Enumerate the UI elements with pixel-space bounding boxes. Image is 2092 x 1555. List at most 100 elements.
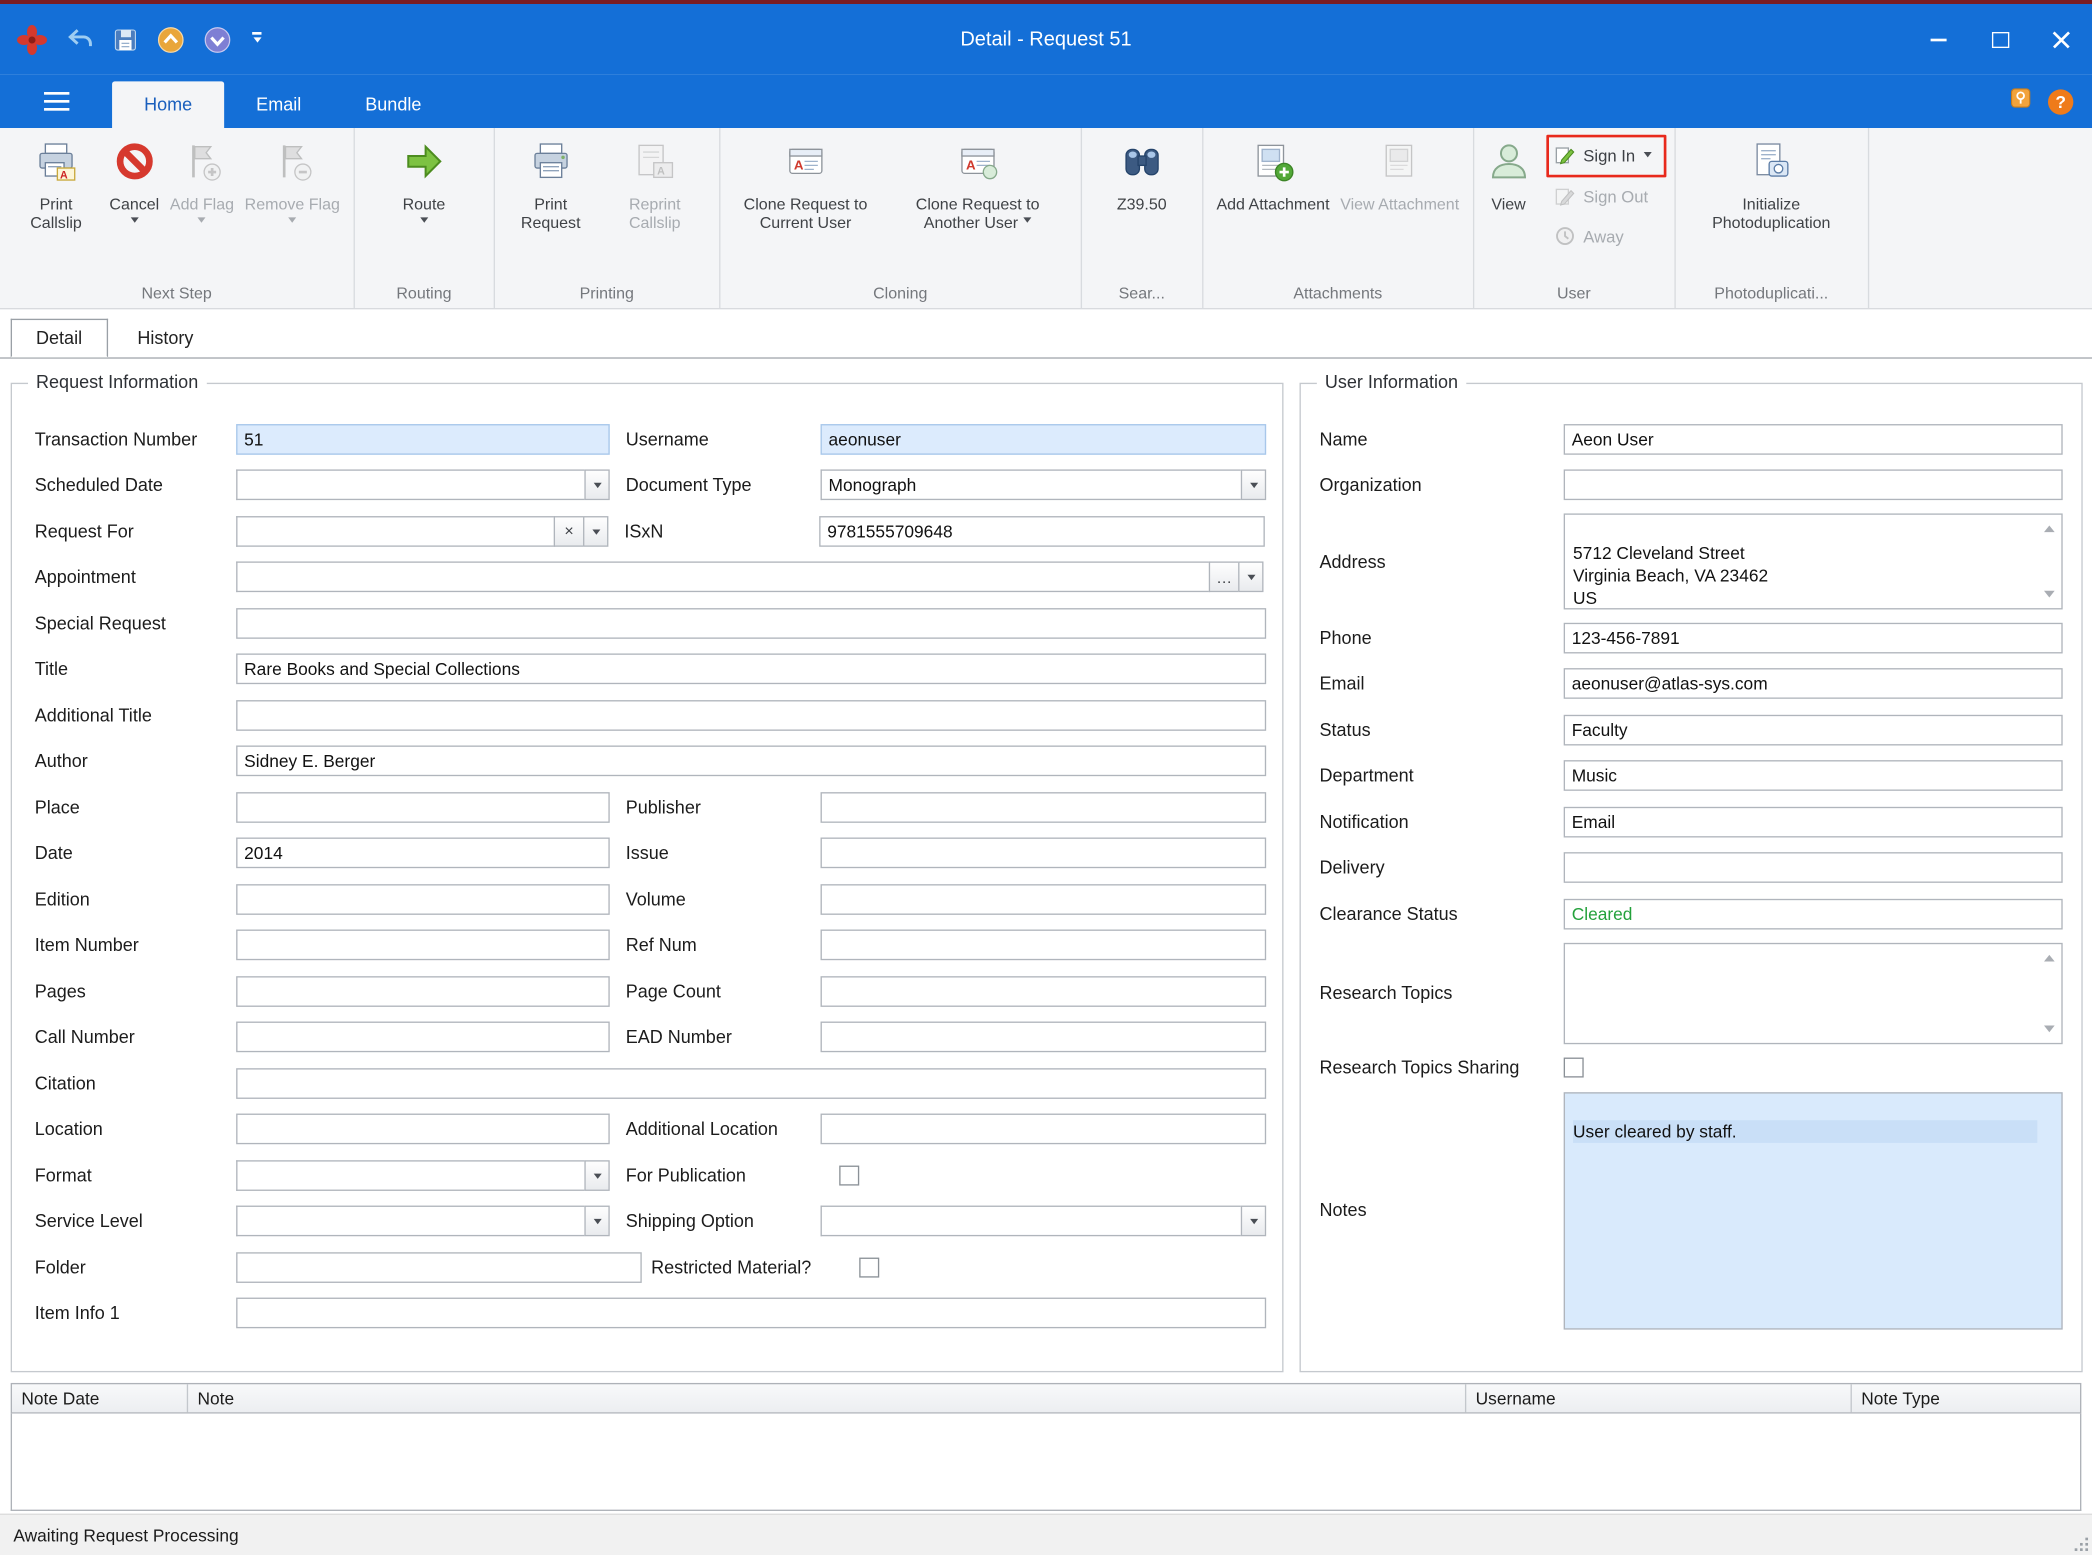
print-request-button[interactable]: Print Request [503,133,599,234]
dropdown-button[interactable] [583,516,608,547]
transaction-number-field[interactable] [236,424,610,455]
add-flag-button[interactable]: Add Flag [165,133,240,229]
application-menu-button[interactable] [0,75,112,128]
app-icon[interactable] [16,23,48,55]
department-field[interactable] [1564,760,2063,791]
organization-field[interactable] [1564,470,2063,501]
tab-bundle[interactable]: Bundle [333,81,453,128]
service-level-field[interactable] [236,1206,584,1237]
view-user-button[interactable]: View [1482,133,1535,216]
clear-button[interactable]: × [554,516,583,547]
route-button[interactable]: Route [397,133,450,229]
additional-title-field[interactable] [236,700,1266,731]
scroll-down-icon[interactable] [2044,1025,2055,1037]
ellipsis-button[interactable]: … [1209,562,1238,593]
document-type-field[interactable] [821,470,1241,501]
reprint-callslip-button[interactable]: A Reprint Callslip [599,133,711,234]
issue-field[interactable] [821,838,1267,869]
pages-field[interactable] [236,976,610,1007]
z3950-button[interactable]: Z39.50 [1111,133,1172,216]
citation-field[interactable] [236,1068,1266,1099]
initialize-photoduplication-button[interactable]: Initialize Photoduplication [1683,133,1859,234]
route-up-icon[interactable] [156,25,185,54]
column-header-username[interactable]: Username [1466,1384,1852,1412]
qat-customize-icon[interactable] [252,32,261,46]
appointment-field[interactable] [236,562,1209,593]
request-for-field[interactable] [236,516,554,547]
tab-home[interactable]: Home [112,81,224,128]
author-field[interactable] [236,746,1266,777]
route-down-icon[interactable] [203,25,232,54]
edition-field[interactable] [236,884,610,915]
remove-flag-button[interactable]: Remove Flag [239,133,345,229]
isxn-field[interactable] [819,516,1265,547]
additional-location-field[interactable] [821,1114,1267,1145]
tab-email[interactable]: Email [224,81,333,128]
place-field[interactable] [236,792,610,823]
print-callslip-button[interactable]: A Print Callslip [8,133,104,234]
notification-field[interactable] [1564,806,2063,837]
scheduled-date-field[interactable] [236,470,584,501]
special-request-field[interactable] [236,608,1266,639]
column-header-note-type[interactable]: Note Type [1852,1384,2080,1412]
column-header-note[interactable]: Note [188,1384,1466,1412]
cancel-button[interactable]: Cancel [104,133,165,229]
restricted-material-checkbox[interactable] [859,1257,879,1277]
date-field[interactable] [236,838,610,869]
resize-grip[interactable] [2072,1535,2088,1551]
dropdown-button[interactable] [1241,470,1266,501]
publisher-field[interactable] [821,792,1267,823]
user-notes-field[interactable]: User cleared by staff. [1564,1092,2063,1329]
clone-request-another-user-button[interactable]: A Clone Request to Another User [883,133,1072,234]
minimize-button[interactable] [1908,4,1969,75]
tab-detail[interactable]: Detail [11,319,108,358]
user-name-field[interactable] [1564,424,2063,455]
notes-grid-body[interactable] [11,1414,2082,1511]
dropdown-button[interactable] [1238,562,1263,593]
save-icon[interactable] [112,26,139,53]
column-header-note-date[interactable]: Note Date [12,1384,188,1412]
sign-out-button[interactable]: Sign Out [1546,177,1666,217]
location-field[interactable] [236,1114,610,1145]
folder-field[interactable] [236,1252,642,1283]
scroll-down-icon[interactable] [2044,591,2055,603]
delivery-field[interactable] [1564,853,2063,884]
dropdown-button[interactable] [1241,1206,1266,1237]
away-button[interactable]: Away [1546,217,1666,257]
research-topics-field[interactable] [1564,942,2063,1043]
user-email-field[interactable] [1564,668,2063,699]
ref-num-field[interactable] [821,930,1267,961]
form-row: Clearance Status [1301,891,2082,937]
dropdown-button[interactable] [584,1206,609,1237]
call-number-field[interactable] [236,1022,610,1053]
volume-field[interactable] [821,884,1267,915]
for-publication-checkbox[interactable] [839,1165,859,1185]
tab-history[interactable]: History [113,320,217,356]
scroll-up-icon[interactable] [2044,949,2055,961]
item-info-1-field[interactable] [236,1298,1266,1329]
add-attachment-button[interactable]: Add Attachment [1211,133,1335,216]
help-icon[interactable]: ? [2048,89,2073,114]
ead-number-field[interactable] [821,1022,1267,1053]
dropdown-button[interactable] [584,470,609,501]
format-field[interactable] [236,1160,584,1191]
key-icon[interactable] [2009,87,2032,116]
close-button[interactable] [2031,4,2092,75]
scroll-up-icon[interactable] [2044,520,2055,532]
dropdown-button[interactable] [584,1160,609,1191]
maximize-button[interactable] [1969,4,2030,75]
research-topics-sharing-checkbox[interactable] [1564,1058,1584,1078]
title-field[interactable] [236,654,1266,685]
phone-field[interactable] [1564,622,2063,653]
username-field[interactable] [821,424,1267,455]
clone-request-current-user-button[interactable]: A Clone Request to Current User [728,133,883,234]
user-status-field[interactable] [1564,714,2063,745]
page-count-field[interactable] [821,976,1267,1007]
clearance-status-field[interactable] [1564,899,2063,930]
shipping-option-field[interactable] [821,1206,1241,1237]
view-attachment-button[interactable]: View Attachment [1335,133,1465,216]
item-number-field[interactable] [236,930,610,961]
undo-icon[interactable] [65,25,94,54]
address-field[interactable]: 5712 Cleveland Street Virginia Beach, VA… [1564,513,2063,609]
sign-in-button[interactable]: Sign In [1546,135,1666,178]
